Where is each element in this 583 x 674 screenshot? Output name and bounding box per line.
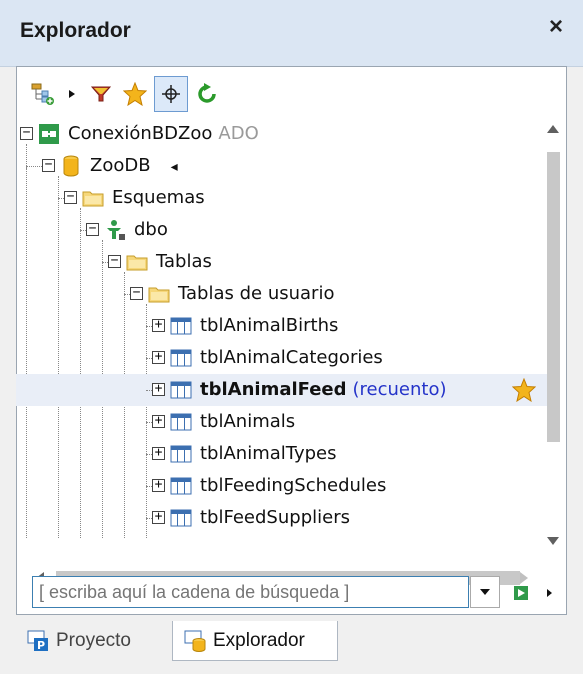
dropdown-arrow-icon (546, 589, 552, 597)
row-count-link[interactable]: (recuento) (353, 379, 447, 400)
tree-item-table[interactable]: + tblAnimals (16, 406, 548, 438)
search-execute-icon (514, 586, 528, 600)
tree-item-label: tblAnimalTypes (200, 443, 337, 464)
default-db-marker: ◂ (170, 159, 178, 175)
favorites-star-icon (123, 82, 147, 106)
tree-item-schemas[interactable]: − Esquemas (16, 182, 548, 214)
scroll-down-button[interactable] (541, 530, 565, 552)
filter-button[interactable] (84, 76, 118, 112)
folder-icon (82, 191, 104, 207)
tree-item-table[interactable]: + tblFeedingSchedules (16, 470, 548, 502)
search-history-dropdown[interactable] (470, 576, 500, 608)
table-icon (170, 349, 192, 367)
vertical-scroll-thumb[interactable] (547, 152, 560, 442)
tree-item-table[interactable]: + tblAnimalBirths (16, 310, 548, 342)
chevron-down-icon (480, 589, 490, 595)
favorite-star-icon[interactable] (512, 378, 536, 402)
table-icon (170, 445, 192, 463)
expand-toggle[interactable]: + (152, 510, 165, 524)
close-button[interactable]: × (543, 14, 569, 40)
tree-item-database[interactable]: − ZooDB ◂ (16, 150, 548, 182)
explorer-tree: − ConexiónBDZoo ADO − ZooDB ◂ − Esquemas… (16, 118, 548, 538)
locate-button[interactable] (154, 76, 188, 112)
tree-item-table[interactable]: + tblAnimalTypes (16, 438, 548, 470)
tree-item-table-favorite[interactable]: + tblAnimalFeed (recuento) (16, 374, 548, 406)
refresh-button[interactable] (190, 76, 224, 112)
explorer-db-icon (184, 630, 206, 652)
tree-item-label: Tablas (156, 251, 212, 272)
tree-item-label: dbo (134, 219, 168, 240)
panel-title: Explorador (20, 19, 131, 42)
collapse-toggle[interactable]: − (64, 190, 77, 204)
tree-item-connection[interactable]: − ConexiónBDZoo ADO (16, 118, 548, 150)
arrow-up-icon (547, 125, 559, 133)
tab-explorer[interactable]: Explorador (172, 621, 338, 661)
refresh-icon (198, 83, 216, 103)
search-bar (32, 576, 552, 608)
tree-item-dbo[interactable]: − dbo (16, 214, 548, 246)
arrow-down-icon (547, 537, 559, 545)
tab-project[interactable]: P Proyecto (16, 621, 172, 661)
table-icon (170, 477, 192, 495)
tab-label: Explorador (213, 629, 305, 651)
tree-item-label: tblAnimals (200, 411, 296, 432)
filter-icon (90, 86, 112, 102)
search-options-button[interactable] (542, 582, 556, 604)
search-input[interactable] (32, 576, 469, 608)
explorer-panel: Explorador × − ConexiónBDZoo ADO − ZooDB… (0, 0, 583, 674)
tree-item-label: tblAnimalFeed (200, 379, 347, 400)
vertical-scrollbar[interactable] (541, 118, 565, 550)
tree-item-label: tblAnimalCategories (200, 347, 383, 368)
expand-toggle[interactable]: + (152, 318, 165, 332)
table-icon (170, 381, 192, 399)
add-connection-dropdown[interactable] (64, 76, 80, 112)
table-icon (170, 413, 192, 431)
tree-item-user-tables[interactable]: − Tablas de usuario (16, 278, 548, 310)
database-icon (63, 155, 79, 177)
expand-toggle[interactable]: + (152, 350, 165, 364)
collapse-toggle[interactable]: − (86, 222, 99, 236)
svg-text:P: P (37, 639, 45, 652)
tree-item-label: tblAnimalBirths (200, 315, 339, 336)
explorer-toolbar (14, 76, 274, 114)
expand-toggle[interactable]: + (152, 382, 165, 396)
tree-item-table[interactable]: + tblFeedSuppliers (16, 502, 548, 534)
tree-item-label: Tablas de usuario (178, 283, 335, 304)
connection-type-label: ADO (218, 123, 259, 144)
scroll-up-button[interactable] (541, 118, 565, 140)
dropdown-arrow-icon (69, 90, 75, 98)
title-bar: Explorador × (0, 0, 583, 67)
tree-item-label: tblFeedingSchedules (200, 475, 387, 496)
collapse-toggle[interactable]: − (130, 286, 143, 300)
tree-item-label: tblFeedSuppliers (200, 507, 350, 528)
locate-crosshair-icon (162, 85, 180, 103)
add-connection-button[interactable] (24, 76, 62, 112)
tree-item-table[interactable]: + tblAnimalCategories (16, 342, 548, 374)
tab-label: Proyecto (56, 630, 131, 651)
table-icon (170, 509, 192, 527)
tree-item-label: Esquemas (112, 187, 205, 208)
search-go-button[interactable] (510, 582, 532, 604)
favorites-button[interactable] (118, 76, 152, 112)
tree-guide (26, 166, 42, 167)
panel-tabs: P Proyecto Explorador (16, 615, 567, 661)
add-connection-icon (31, 83, 54, 105)
collapse-toggle[interactable]: − (42, 158, 55, 172)
folder-icon (126, 255, 148, 271)
collapse-toggle[interactable]: − (108, 254, 121, 268)
expand-toggle[interactable]: + (152, 414, 165, 428)
expand-toggle[interactable]: + (152, 478, 165, 492)
collapse-toggle[interactable]: − (20, 126, 33, 140)
tree-item-tables[interactable]: − Tablas (16, 246, 548, 278)
project-icon: P (27, 630, 48, 652)
expand-toggle[interactable]: + (152, 446, 165, 460)
table-icon (170, 317, 192, 335)
tree-item-label: ConexiónBDZoo (68, 123, 213, 144)
tree-item-label: ZooDB (90, 155, 151, 176)
schema-user-icon (107, 220, 125, 240)
connection-icon (39, 124, 59, 144)
folder-icon (148, 287, 170, 303)
